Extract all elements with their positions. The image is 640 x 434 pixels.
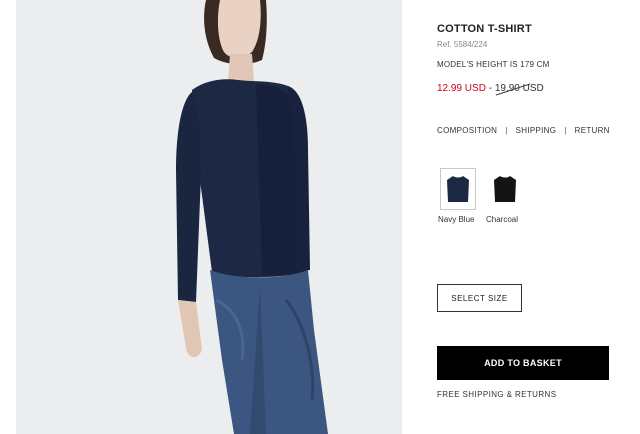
- model-illustration: [16, 0, 402, 434]
- color-swatch-navy-blue[interactable]: [440, 168, 476, 210]
- info-links: COMPOSITION | SHIPPING | RETURN: [437, 126, 610, 135]
- color-swatch-charcoal[interactable]: [487, 168, 523, 210]
- add-to-basket-button[interactable]: ADD TO BASKET: [437, 346, 609, 380]
- product-ref: Ref. 5584/224: [437, 40, 488, 49]
- product-title: COTTON T-SHIRT: [437, 23, 532, 35]
- price-separator: -: [488, 83, 493, 94]
- original-price: 19.90 USD: [495, 82, 544, 96]
- tshirt-icon: [494, 176, 516, 202]
- product-photo[interactable]: [16, 0, 402, 434]
- price-block: 12.99 USD - 19.90 USD: [437, 82, 544, 96]
- sale-price: 12.99 USD: [437, 83, 486, 94]
- color-label-navy-blue: Navy Blue: [438, 215, 475, 224]
- color-label-charcoal: Charcoal: [486, 215, 519, 224]
- shipping-link[interactable]: SHIPPING: [516, 126, 557, 135]
- link-divider: |: [564, 126, 567, 135]
- composition-link[interactable]: COMPOSITION: [437, 126, 497, 135]
- link-divider: |: [505, 126, 508, 135]
- tshirt-icon: [447, 176, 469, 202]
- shipping-note: FREE SHIPPING & RETURNS: [437, 390, 557, 399]
- select-size-button[interactable]: SELECT SIZE: [437, 284, 522, 312]
- return-link[interactable]: RETURN: [575, 126, 610, 135]
- model-height: MODEL'S HEIGHT IS 179 CM: [437, 60, 550, 69]
